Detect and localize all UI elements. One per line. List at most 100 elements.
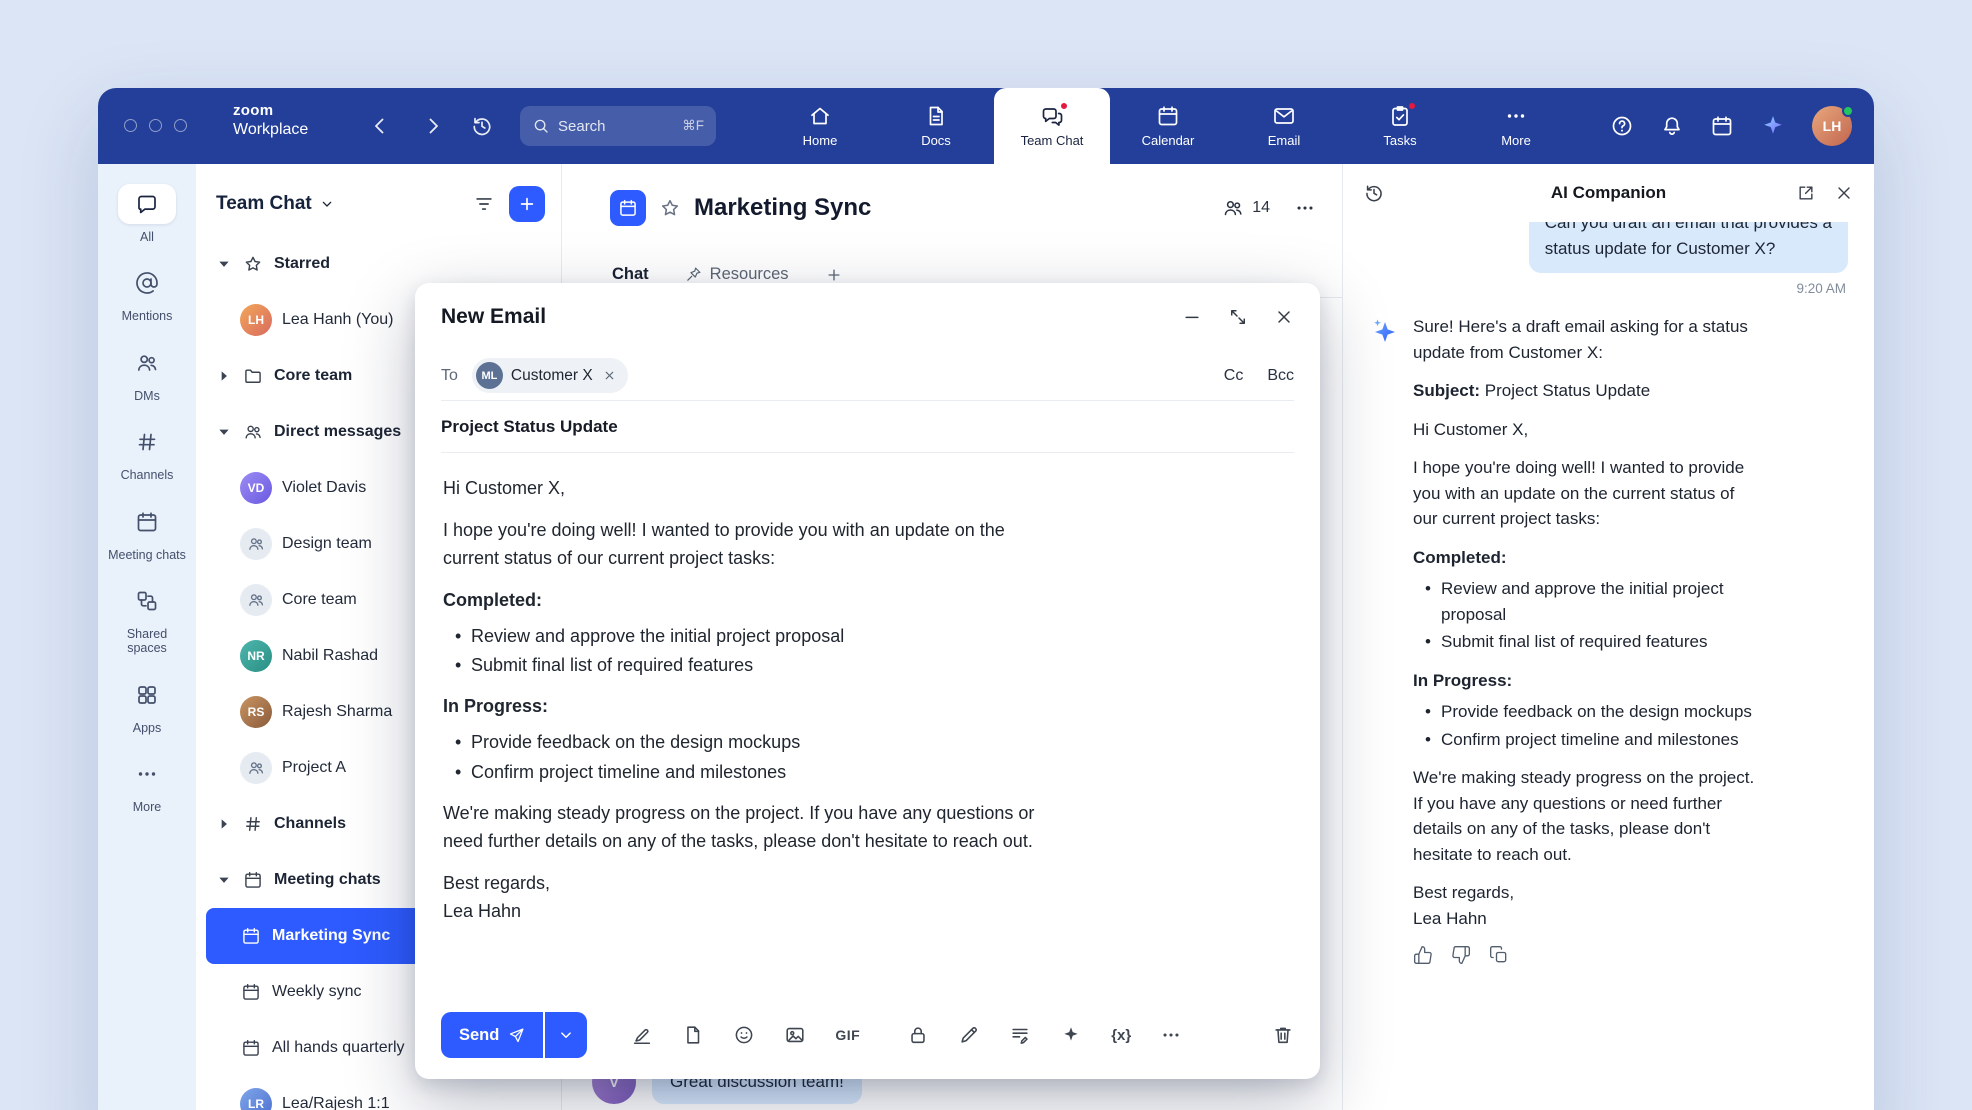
send-button[interactable]: Send [441,1012,543,1058]
cc-button[interactable]: Cc [1224,367,1244,385]
nav-home[interactable]: Home [762,88,878,164]
ai-conversation: Can you draft an email that provides a s… [1343,222,1874,1110]
list-item: Review and approve the initial project p… [1441,576,1754,627]
channel-title: Marketing Sync [694,194,871,222]
ai-open-in-window-button[interactable] [1796,183,1816,203]
recipient-row[interactable]: To ML Customer X Cc Bcc [441,351,1294,401]
close-icon [603,369,616,382]
expand-button[interactable] [1228,307,1248,327]
signature-pen-icon [631,1024,653,1046]
avatar: LR [240,1088,272,1110]
insert-image-button[interactable] [784,1024,806,1046]
workplace-label: Workplace [233,120,308,139]
encryption-button[interactable] [907,1024,929,1046]
help-button[interactable] [1610,114,1634,138]
signature-button[interactable] [1009,1024,1031,1046]
chevron-right-icon[interactable] [216,369,232,383]
home-icon [808,104,832,128]
rail-item-meeting-chats[interactable]: Meeting chats [98,494,196,573]
search-input[interactable]: Search ⌘F [520,106,716,146]
signature-block-icon [1009,1024,1031,1046]
back-button[interactable] [368,114,392,138]
upcoming-meetings-button[interactable] [1710,114,1734,138]
star-channel-button[interactable] [659,197,681,219]
nav-more[interactable]: More [1458,88,1574,164]
edit-button[interactable] [958,1024,980,1046]
gif-button[interactable]: GIF [835,1027,860,1043]
nav-tasks[interactable]: Tasks [1342,88,1458,164]
thumbs-down-icon [1451,945,1471,965]
members-button[interactable]: 14 [1222,197,1270,219]
window-close-button[interactable] [124,119,137,132]
history-button[interactable] [470,114,494,138]
send-options-button[interactable] [545,1012,587,1058]
emoji-button[interactable] [733,1024,755,1046]
channel-more-button[interactable] [1294,197,1316,219]
thumbs-down-button[interactable] [1451,945,1471,965]
recipient-chip[interactable]: ML Customer X [472,358,628,393]
ai-companion-header: AI Companion [1343,164,1874,222]
nav-docs[interactable]: Docs [878,88,994,164]
rail-item-shared-spaces[interactable]: Shared spaces [98,573,196,667]
window-minimize-button[interactable] [149,119,162,132]
rail-item-apps[interactable]: Apps [98,667,196,746]
user-avatar[interactable]: LH [1812,106,1852,146]
bcc-button[interactable]: Bcc [1267,367,1294,385]
rail-item-all[interactable]: All [98,176,196,255]
member-count: 14 [1252,199,1270,217]
format-button[interactable] [631,1024,653,1046]
window-controls [124,119,187,132]
rail-item-more[interactable]: More [98,746,196,825]
team-chat-notification-dot [1059,101,1069,111]
ai-close-button[interactable] [1834,183,1854,203]
nav-calendar[interactable]: Calendar [1110,88,1226,164]
chevron-down-icon[interactable] [216,425,232,439]
subject-field[interactable]: Project Status Update [441,401,1294,453]
thumbs-up-button[interactable] [1413,945,1433,965]
ai-feedback-actions [1413,945,1754,965]
team-chat-title-dropdown[interactable]: Team Chat [216,193,335,215]
ai-assist-button[interactable] [1060,1024,1082,1046]
ai-greeting: Hi Customer X, [1413,417,1754,443]
window-zoom-button[interactable] [174,119,187,132]
rail-item-mentions[interactable]: Mentions [98,255,196,334]
variables-button[interactable]: {x} [1111,1027,1131,1044]
email-closing: We're making steady progress on the proj… [443,800,1292,856]
chevron-down-icon[interactable] [216,873,232,887]
nav-team-chat[interactable]: Team Chat [994,88,1110,164]
chevron-right-icon[interactable] [216,817,232,831]
more-icon [1504,104,1528,128]
section-label: Starred [274,255,330,273]
channel-header: Marketing Sync 14 [562,164,1342,252]
ai-companion-button[interactable] [1760,113,1786,139]
ai-completed-heading: Completed: [1413,545,1754,571]
email-body-editor[interactable]: Hi Customer X, I hope you're doing well!… [441,453,1294,926]
plus-icon [825,266,843,284]
rail-item-dms[interactable]: DMs [98,335,196,414]
filter-icon [473,193,495,215]
minimize-button[interactable] [1182,307,1202,327]
remove-recipient-button[interactable] [603,369,616,382]
nav-email[interactable]: Email [1226,88,1342,164]
chat-item-lea-rajesh[interactable]: LR Lea/Rajesh 1:1 [206,1076,551,1110]
list-item: Confirm project timeline and milestones [1441,727,1754,753]
more-options-button[interactable] [1160,1024,1182,1046]
rail-label: All [106,230,188,244]
new-chat-button[interactable] [509,186,545,222]
filter-button[interactable] [473,193,495,215]
discard-draft-button[interactable] [1272,1024,1294,1046]
pin-icon [685,266,702,283]
notifications-button[interactable] [1660,114,1684,138]
copy-button[interactable] [1489,945,1509,965]
chevron-down-icon[interactable] [216,257,232,271]
chevron-left-icon [368,114,392,138]
close-button[interactable] [1274,307,1294,327]
attach-file-button[interactable] [682,1024,704,1046]
forward-button[interactable] [421,114,445,138]
bell-icon [1660,114,1684,138]
ai-history-button[interactable] [1363,182,1385,204]
file-icon [682,1024,704,1046]
rail-item-channels[interactable]: Channels [98,414,196,493]
team-chat-title: Team Chat [216,193,312,215]
shared-spaces-icon [118,581,176,621]
